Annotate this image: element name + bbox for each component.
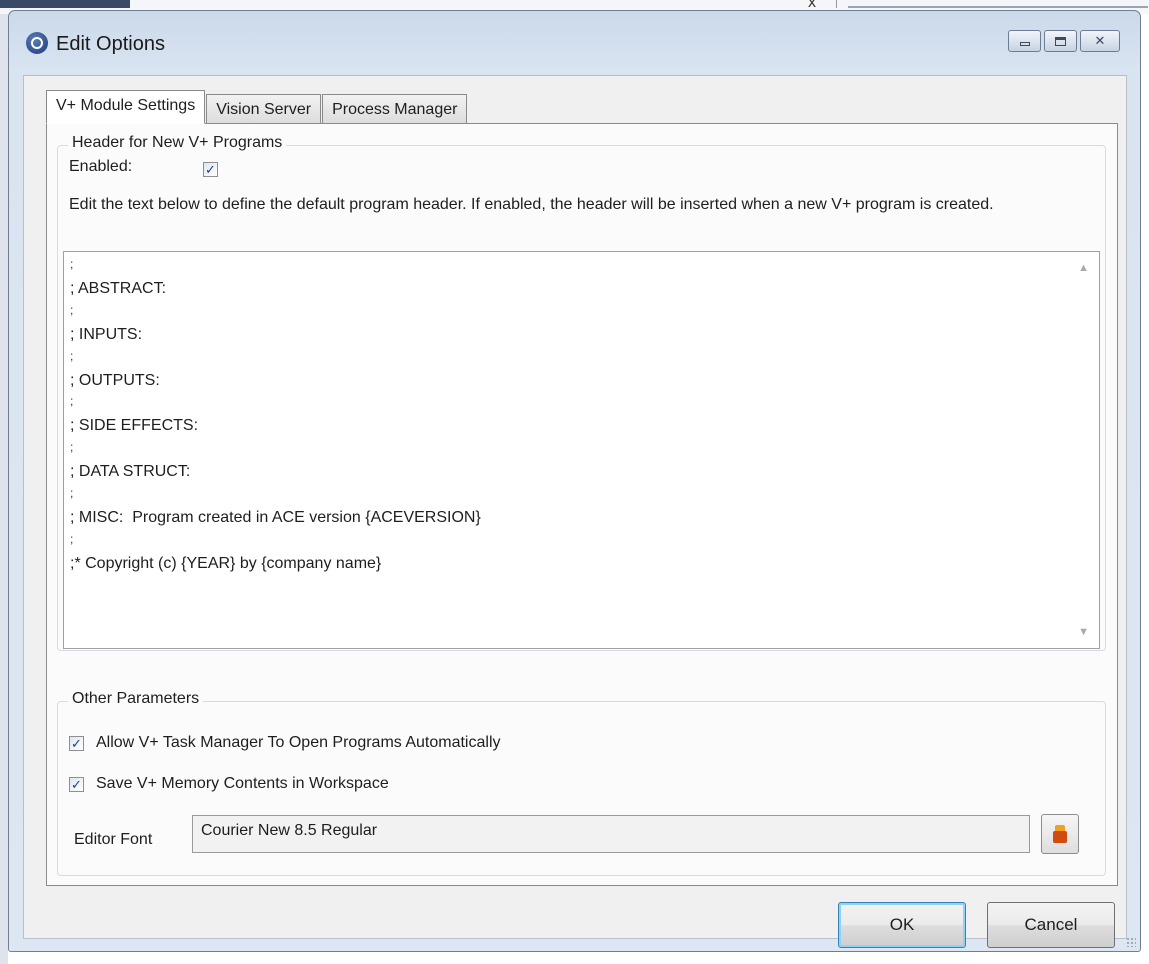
minimize-button[interactable] xyxy=(1008,30,1041,52)
title-bar[interactable]: Edit Options ✕ xyxy=(9,11,1140,73)
minimize-icon xyxy=(1019,42,1030,46)
save-memory-option[interactable]: ✓ Save V+ Memory Contents in Workspace xyxy=(69,775,389,793)
header-text-line: ; ; MISC: Program created in ACE version … xyxy=(70,487,1069,533)
header-text-line: ; ; SIDE EFFECTS: xyxy=(70,395,1069,441)
close-button[interactable]: ✕ xyxy=(1080,30,1120,52)
header-text-line-content: ; MISC: Program created in ACE version {… xyxy=(70,508,481,526)
header-text-lines: ; ; ABSTRACT:; ; INPUTS:; ; OUTPUTS:; ; SIDE… xyxy=(70,258,1069,579)
tab-page-vplus-module-settings: Header for New V+ Programs Enabled: ✓ Ed… xyxy=(46,123,1118,886)
checkmark-icon: ✓ xyxy=(71,735,82,751)
enabled-checkbox[interactable]: ✓ xyxy=(203,162,218,177)
editor-font-field: Courier New 8.5 Regular xyxy=(192,815,1030,853)
header-text-line-content: ;* Copyright (c) {YEAR} by {company name… xyxy=(70,554,382,572)
background-app-edge xyxy=(848,6,1148,8)
dialog-client-area: V+ Module Settings Vision Server Process… xyxy=(23,75,1127,948)
allow-task-manager-checkbox[interactable]: ✓ xyxy=(69,735,84,751)
header-text-line-content: ; SIDE EFFECTS: xyxy=(70,417,199,435)
header-text-line-content: ; ABSTRACT: xyxy=(70,280,167,297)
resize-grip-icon[interactable] xyxy=(1126,937,1136,947)
save-memory-label: Save V+ Memory Contents in Workspace xyxy=(96,775,389,792)
header-comment-marker: ; xyxy=(70,257,74,271)
scroll-down-arrow-icon[interactable]: ▼ xyxy=(1078,626,1089,638)
editor-font-label: Editor Font xyxy=(74,831,153,848)
header-text-line-content: ; OUTPUTS: xyxy=(70,371,160,389)
checkmark-icon: ✓ xyxy=(205,162,216,177)
header-comment-marker: ; xyxy=(70,440,74,455)
other-parameters-title: Other Parameters xyxy=(68,690,204,708)
enabled-label: Enabled: xyxy=(69,158,133,175)
tab-vplus-module-settings[interactable]: V+ Module Settings xyxy=(46,90,206,124)
window-title: Edit Options xyxy=(56,33,165,55)
allow-task-manager-option[interactable]: ✓ Allow V+ Task Manager To Open Programs… xyxy=(69,734,501,752)
close-icon: ✕ xyxy=(1094,33,1106,48)
background-divider xyxy=(836,0,837,8)
header-text-line: ; ; ABSTRACT: xyxy=(70,258,1069,304)
edit-options-dialog: Edit Options ✕ V+ Module Settings Vision… xyxy=(8,10,1141,952)
checkmark-icon: ✓ xyxy=(71,776,82,792)
caption-buttons: ✕ xyxy=(1008,30,1120,52)
other-parameters-group: Other Parameters ✓ Allow V+ Task Manager… xyxy=(57,690,1106,876)
header-comment-marker: ; xyxy=(70,394,74,409)
header-group-title: Header for New V+ Programs xyxy=(68,134,287,152)
allow-task-manager-label: Allow V+ Task Manager To Open Programs A… xyxy=(96,734,501,751)
header-group: Header for New V+ Programs Enabled: ✓ Ed… xyxy=(57,134,1106,651)
header-comment-marker: ; xyxy=(70,531,74,546)
tab-strip: V+ Module Settings Vision Server Process… xyxy=(46,90,468,124)
header-text-line: ; ;* Copyright (c) {YEAR} by {company nam… xyxy=(70,533,1069,579)
background-app-left-edge xyxy=(0,14,8,964)
choose-font-button[interactable] xyxy=(1041,814,1079,854)
tab-vision-server[interactable]: Vision Server xyxy=(206,94,322,124)
ok-button[interactable]: OK xyxy=(838,902,966,948)
font-picker-icon xyxy=(1053,825,1067,843)
header-text-line: ; ; INPUTS: xyxy=(70,304,1069,350)
header-text-line: ; ; OUTPUTS: xyxy=(70,350,1069,396)
header-text-line-content: ; DATA STRUCT: xyxy=(70,463,191,481)
save-memory-checkbox[interactable]: ✓ xyxy=(69,776,84,792)
maximize-icon xyxy=(1055,36,1066,46)
header-comment-marker: ; xyxy=(70,348,74,363)
background-app-mark xyxy=(0,0,130,8)
header-description: Edit the text below to define the defaul… xyxy=(69,196,994,213)
header-text-line-content: ; INPUTS: xyxy=(70,325,143,343)
tab-process-manager[interactable]: Process Manager xyxy=(322,94,468,124)
maximize-button[interactable] xyxy=(1044,30,1077,52)
ace-logo-icon xyxy=(26,32,48,54)
header-text-line: ; ; DATA STRUCT: xyxy=(70,441,1069,487)
header-comment-marker: ; xyxy=(70,485,74,500)
header-text-editor[interactable]: ; ; ABSTRACT:; ; INPUTS:; ; OUTPUTS:; ; SIDE… xyxy=(63,251,1100,649)
cancel-button[interactable]: Cancel xyxy=(987,902,1115,948)
header-comment-marker: ; xyxy=(70,302,74,317)
scroll-up-arrow-icon[interactable]: ▲ xyxy=(1078,262,1089,274)
